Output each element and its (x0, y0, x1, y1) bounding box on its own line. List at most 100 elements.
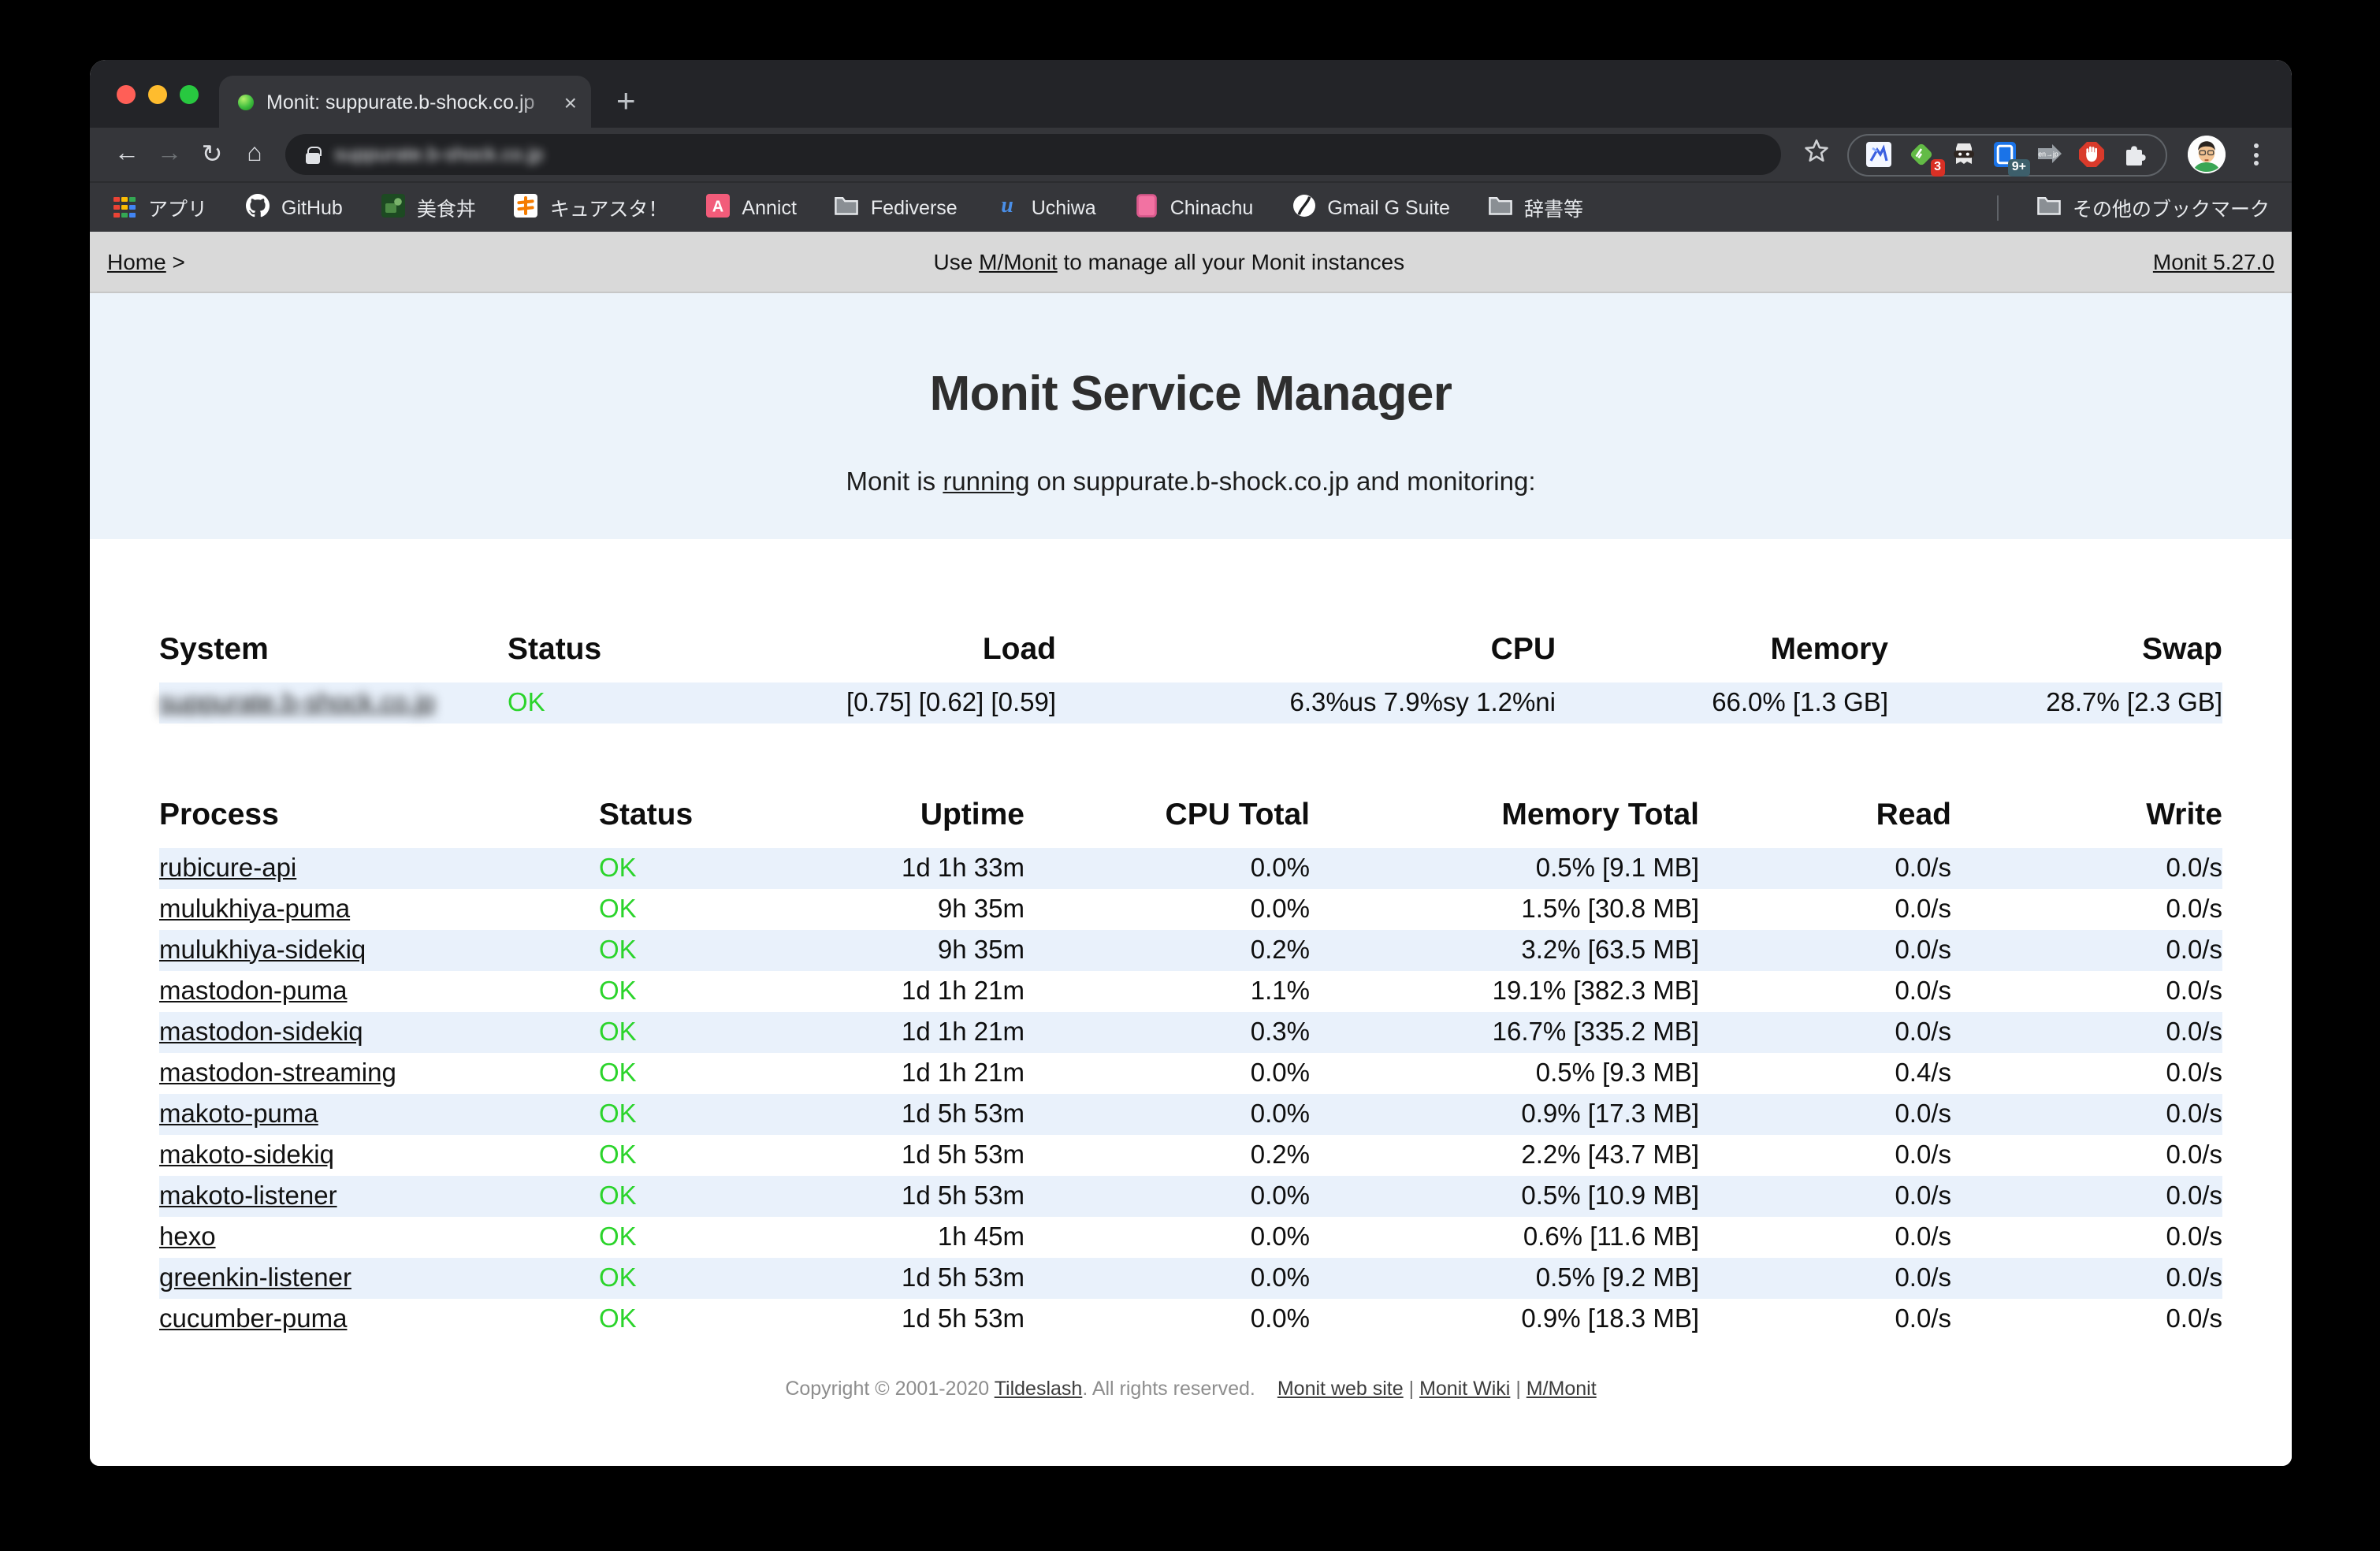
browser-menu-icon[interactable] (2241, 143, 2270, 166)
process-cell: 0.0/s (1951, 889, 2222, 930)
close-window-button[interactable] (117, 85, 136, 104)
process-link[interactable]: greenkin-listener (159, 1263, 351, 1292)
system-host-link[interactable]: suppurate.b-shock.co.jp (159, 688, 435, 716)
bookmark-item[interactable]: 辞書等 (1488, 192, 1583, 222)
process-cell-name: hexo (159, 1217, 599, 1258)
browser-tab[interactable]: Monit: suppurate.b-shock.co.jp × (219, 76, 591, 128)
new-tab-button[interactable]: + (616, 85, 636, 118)
footer-link[interactable]: M/Monit (1527, 1378, 1597, 1400)
process-link[interactable]: makoto-sidekiq (159, 1140, 334, 1169)
process-cell-status: OK (599, 930, 788, 971)
bookmark-item[interactable]: GitHub (245, 195, 343, 220)
profile-avatar[interactable] (2188, 136, 2226, 173)
process-cell-status: OK (599, 1012, 788, 1053)
other-bookmarks-label: その他のブックマーク (2073, 192, 2270, 222)
mask-extension-icon[interactable] (1951, 141, 1978, 168)
bookmark-item[interactable]: キュアスタ！ (514, 192, 668, 222)
blue-reader-extension-icon[interactable]: 9+ (1994, 141, 2021, 168)
mmonit-link[interactable]: M/Monit (979, 249, 1058, 274)
breadcrumb: Home > (107, 249, 185, 274)
lock-icon[interactable] (306, 152, 320, 163)
back-icon[interactable]: ← (106, 140, 148, 169)
process-link[interactable]: makoto-puma (159, 1099, 318, 1128)
bookmark-item[interactable]: Chinachu (1134, 195, 1254, 220)
process-link[interactable]: hexo (159, 1222, 216, 1251)
process-cell: 1.1% (1025, 971, 1310, 1012)
process-row: mastodon-sidekiqOK1d 1h 21m0.3%16.7% [33… (159, 1012, 2222, 1053)
other-bookmarks-button[interactable]: その他のブックマーク (2036, 192, 2270, 222)
bookmark-star-icon[interactable] (1803, 137, 1830, 172)
extension-badge: 3 (1930, 158, 1945, 176)
bookmark-label: GitHub (281, 196, 343, 218)
process-cell: 0.0/s (1951, 1053, 2222, 1094)
adblock-hand-icon (2079, 141, 2106, 166)
system-cell-memory: 66.0% [1.3 GB] (1556, 683, 1888, 723)
process-col-header: Status (599, 790, 788, 848)
bookmark-item[interactable]: AAnnict (705, 195, 797, 220)
reload-icon[interactable]: ↻ (191, 139, 233, 170)
extension-badge: 9+ (2008, 158, 2030, 176)
forward-icon[interactable]: → (148, 140, 191, 169)
process-cell: 0.5% [9.3 MB] (1310, 1053, 1699, 1094)
running-link[interactable]: running (943, 468, 1029, 497)
status-ok: OK (599, 1304, 637, 1333)
process-link[interactable]: cucumber-puma (159, 1304, 347, 1333)
process-col-header: Memory Total (1310, 790, 1699, 848)
system-col-header: Status (508, 624, 712, 683)
banner-suffix: to manage all your Monit instances (1058, 249, 1404, 274)
footer-link[interactable]: Monit Wiki (1419, 1378, 1510, 1400)
process-link[interactable]: makoto-listener (159, 1181, 337, 1210)
subtitle-suffix: on suppurate.b-shock.co.jp and monitorin… (1029, 468, 1535, 497)
process-cell: 1d 1h 21m (788, 1053, 1025, 1094)
status-ok: OK (599, 1222, 637, 1251)
extensions-puzzle-icon (2122, 141, 2148, 166)
process-cell: 0.0% (1025, 889, 1310, 930)
process-link[interactable]: mulukhiya-puma (159, 895, 350, 923)
minimize-window-button[interactable] (148, 85, 167, 104)
tildeslash-link[interactable]: Tildeslash (995, 1378, 1083, 1400)
blue-sketch-extension-icon[interactable] (1866, 141, 1893, 168)
process-link[interactable]: rubicure-api (159, 854, 296, 882)
bookmark-item[interactable]: Fediverse (835, 195, 958, 220)
bookmark-item[interactable]: uUchiwa (995, 195, 1096, 220)
process-cell-status: OK (599, 1094, 788, 1135)
bookmark-item[interactable]: アプリ (112, 192, 207, 222)
process-cell: 2.2% [43.7 MB] (1310, 1135, 1699, 1176)
translate-icon[interactable]: en→jp (2036, 141, 2063, 168)
page-title: Monit Service Manager (90, 293, 2292, 422)
process-row: hexoOK1h 45m0.0%0.6% [11.6 MB]0.0/s0.0/s (159, 1217, 2222, 1258)
subtitle-prefix: Monit is (846, 468, 943, 497)
bookmark-label: Gmail G Suite (1327, 196, 1450, 218)
footer-links: Monit web site | Monit Wiki | M/Monit (1277, 1378, 1597, 1400)
adblock-hand-icon[interactable] (2079, 141, 2106, 168)
system-col-header: System (159, 624, 508, 683)
process-link[interactable]: mastodon-puma (159, 976, 347, 1005)
monit-header-bar: Home > Use M/Monit to manage all your Mo… (90, 232, 2292, 293)
process-cell: 3.2% [63.5 MB] (1310, 930, 1699, 971)
extensions-puzzle-icon[interactable] (2122, 141, 2148, 168)
process-col-header: Process (159, 790, 599, 848)
address-bar[interactable]: suppurate.b-shock.co.jp (285, 134, 1781, 175)
bookmark-item[interactable]: 美食丼 (381, 192, 476, 222)
banner-prefix: Use (934, 249, 980, 274)
process-cell: 0.0/s (1699, 1176, 1951, 1217)
system-cell-load: [0.75] [0.62] [0.59] (712, 683, 1056, 723)
home-icon[interactable]: ⌂ (233, 140, 276, 169)
monit-version-link[interactable]: Monit 5.27.0 (2153, 249, 2274, 274)
process-link[interactable]: mulukhiya-sidekiq (159, 935, 366, 964)
process-row: mulukhiya-sidekiqOK9h 35m0.2%3.2% [63.5 … (159, 930, 2222, 971)
status-ok: OK (599, 1181, 637, 1210)
feedly-icon[interactable]: 3 (1909, 141, 1936, 168)
process-link[interactable]: mastodon-sidekiq (159, 1017, 363, 1046)
process-cell: 1d 5h 53m (788, 1094, 1025, 1135)
process-cell: 1d 5h 53m (788, 1258, 1025, 1299)
process-cell: 0.0% (1025, 1094, 1310, 1135)
footer-link[interactable]: Monit web site (1277, 1378, 1404, 1400)
process-link[interactable]: mastodon-streaming (159, 1058, 396, 1087)
zoom-window-button[interactable] (180, 85, 199, 104)
home-link[interactable]: Home (107, 249, 166, 274)
process-cell: 0.0/s (1699, 889, 1951, 930)
tab-close-icon[interactable]: × (564, 91, 577, 113)
bookmark-item[interactable]: Gmail G Suite (1291, 195, 1450, 220)
process-col-header: Read (1699, 790, 1951, 848)
